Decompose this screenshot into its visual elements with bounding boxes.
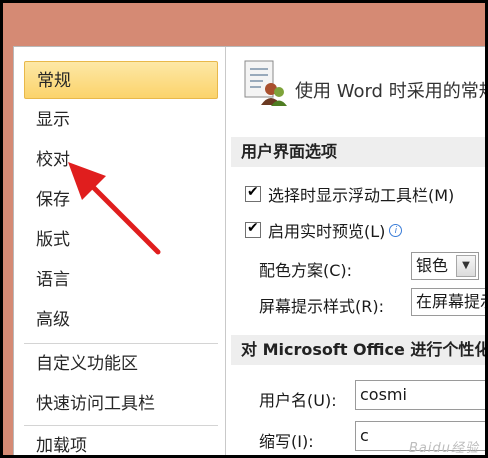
sidebar-item-quick-access-toolbar[interactable]: 快速访问工具栏 xyxy=(24,385,218,423)
sidebar-item-layout[interactable]: 版式 xyxy=(24,221,218,259)
screentip-style-select[interactable]: 在屏幕提示中显示功能说明 xyxy=(411,288,485,316)
options-general-icon xyxy=(244,60,287,106)
mini-toolbar-label: 选择时显示浮动工具栏(M) xyxy=(268,186,455,205)
window-frame: 常规 显示 校对 保存 版式 语言 高级 自定义功能区 快速访问工具栏 加载项 xyxy=(3,3,485,455)
mini-toolbar-option[interactable]: 选择时显示浮动工具栏(M) xyxy=(245,181,454,207)
sidebar-divider xyxy=(24,343,218,344)
screentip-style-label: 屏幕提示样式(R): xyxy=(259,297,384,316)
sidebar-item-proofing[interactable]: 校对 xyxy=(24,141,218,179)
chevron-down-icon[interactable]: ▼ xyxy=(456,255,476,277)
section-personalize: 对 Microsoft Office 进行个性化设置 xyxy=(231,335,485,365)
mini-toolbar-checkbox[interactable] xyxy=(245,184,261,202)
header-description: 使用 Word 时采用的常规选项。 xyxy=(295,81,485,102)
sidebar-divider xyxy=(24,425,218,426)
sidebar-item-general[interactable]: 常规 xyxy=(24,61,218,99)
info-icon[interactable]: i xyxy=(389,223,403,237)
live-preview-label: 启用实时预览(L) xyxy=(268,222,386,241)
sidebar-item-language[interactable]: 语言 xyxy=(24,261,218,299)
color-scheme-value: 银色 xyxy=(416,256,449,275)
sidebar-item-display[interactable]: 显示 xyxy=(24,101,218,139)
word-options-dialog: 常规 显示 校对 保存 版式 语言 高级 自定义功能区 快速访问工具栏 加载项 xyxy=(13,46,485,455)
options-sidebar: 常规 显示 校对 保存 版式 语言 高级 自定义功能区 快速访问工具栏 加载项 xyxy=(14,47,226,455)
watermark: Baidu经验 xyxy=(409,441,479,455)
sidebar-item-customize-ribbon[interactable]: 自定义功能区 xyxy=(24,345,218,383)
color-scheme-label: 配色方案(C): xyxy=(259,261,353,280)
username-label: 用户名(U): xyxy=(259,391,337,410)
screentip-style-value: 在屏幕提示中显示功能说明 xyxy=(416,292,485,311)
live-preview-option[interactable]: 启用实时预览(L) i xyxy=(245,217,403,243)
options-content: 使用 Word 时采用的常规选项。 用户界面选项 选择时显示浮动工具栏(M) 启… xyxy=(227,47,485,455)
username-input[interactable]: cosmi xyxy=(355,380,485,410)
sidebar-item-add-ins[interactable]: 加载项 xyxy=(24,427,218,455)
initials-label: 缩写(I): xyxy=(259,432,314,451)
live-preview-checkbox[interactable] xyxy=(245,220,261,238)
sidebar-item-save[interactable]: 保存 xyxy=(24,181,218,219)
sidebar-item-advanced[interactable]: 高级 xyxy=(24,301,218,339)
section-ui-options: 用户界面选项 xyxy=(231,137,485,167)
color-scheme-select[interactable]: 银色 ▼ xyxy=(411,252,479,280)
